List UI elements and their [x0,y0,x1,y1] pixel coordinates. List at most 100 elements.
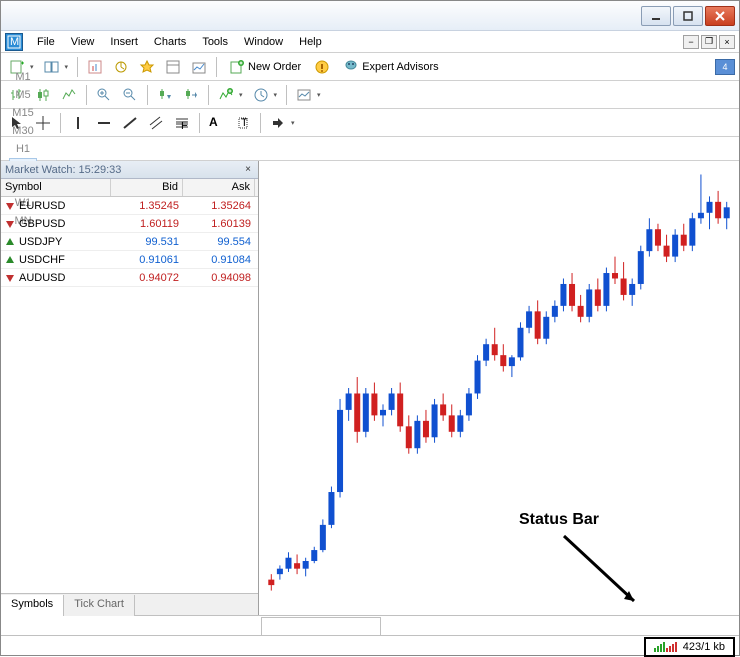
ask-value: 1.35264 [183,200,255,212]
new-order-label: New Order [248,61,301,73]
bid-value: 1.35245 [111,200,183,212]
direction-down-icon [5,219,15,229]
maximize-button[interactable] [673,6,703,26]
toolbar-main: ▾ ▾ New Order Expert Advisors 4 [1,53,739,81]
text-label-button[interactable]: T [231,112,255,134]
svg-text:F: F [181,120,188,131]
text-tool-button[interactable]: A [205,112,229,134]
market-watch-toggle-button[interactable] [83,56,107,78]
new-order-icon [229,59,245,75]
titlebar[interactable] [1,1,739,31]
minimize-button[interactable] [641,6,671,26]
menu-window[interactable]: Window [236,33,291,51]
symbol-name: EURUSD [19,200,65,212]
data-window-button[interactable] [161,56,185,78]
arrows-button[interactable]: ▾ [266,112,299,134]
column-bid[interactable]: Bid [111,179,183,196]
main-window: M FileViewInsertChartsToolsWindowHelp − … [0,0,740,656]
menu-tools[interactable]: Tools [194,33,236,51]
annotation-arrow [559,531,649,611]
market-watch-title: Market Watch: 15:29:33 [5,164,121,176]
zoom-out-button[interactable] [118,84,142,106]
status-connection-box[interactable]: 423/1 kb [644,637,735,657]
ask-value: 0.91084 [183,254,255,266]
navigator-button[interactable] [109,56,133,78]
market-watch-panel: Market Watch: 15:29:33 × Symbol Bid Ask … [1,161,259,615]
fibonacci-button[interactable]: F [170,112,194,134]
tab-symbols[interactable]: Symbols [1,595,64,616]
chart-shift-button[interactable] [179,84,203,106]
menu-charts[interactable]: Charts [146,33,194,51]
close-button[interactable] [705,6,735,26]
market-watch-row[interactable]: USDJPY99.53199.554 [1,233,258,251]
market-watch-tabs: Symbols Tick Chart [1,593,258,615]
autotrading-button[interactable] [310,56,334,78]
profiles-button[interactable]: ▾ [40,56,73,78]
toolbar-drawing: F A T ▾ [1,109,739,137]
bid-value: 0.94072 [111,272,183,284]
symbol-name: AUDUSD [19,272,65,284]
ask-value: 1.60139 [183,218,255,230]
market-watch-row[interactable]: AUDUSD0.940720.94098 [1,269,258,287]
indicators-button[interactable]: ▾ [214,84,247,106]
timeframe-m5[interactable]: M5 [9,86,37,104]
mdi-minimize-button[interactable]: − [683,35,699,49]
bid-value: 1.60119 [111,218,183,230]
menubar: M FileViewInsertChartsToolsWindowHelp − … [1,31,739,53]
direction-up-icon [5,255,15,265]
market-watch-row[interactable]: USDCHF0.910610.91084 [1,251,258,269]
equidistant-channel-button[interactable] [144,112,168,134]
new-order-button[interactable]: New Order [222,56,308,78]
mdi-restore-button[interactable]: ❐ [701,35,717,49]
auto-scroll-button[interactable] [153,84,177,106]
timeframe-toolbar: M1M5M15M30H1H4D1W1MN [1,137,739,161]
mdi-controls: − ❐ × [683,35,735,49]
column-ask[interactable]: Ask [183,179,255,196]
direction-down-icon [5,273,15,283]
terminal-button[interactable] [135,56,159,78]
zoom-in-button[interactable] [92,84,116,106]
symbol-name: GBPUSD [19,218,65,230]
toolbar-chart: ▾ ▾ ▾ [1,81,739,109]
horizontal-line-button[interactable] [92,112,116,134]
symbol-name: USDJPY [19,236,62,248]
strategy-tester-button[interactable] [187,56,211,78]
line-chart-button[interactable] [57,84,81,106]
svg-text:T: T [241,117,248,129]
market-watch-close-icon[interactable]: × [242,164,254,176]
timeframe-m1[interactable]: M1 [9,68,37,86]
status-bar: 423/1 kb [1,635,739,657]
app-logo-icon: M [5,33,23,51]
market-watch-titlebar[interactable]: Market Watch: 15:29:33 × [1,161,258,179]
vertical-line-button[interactable] [66,112,90,134]
periodicity-button[interactable]: ▾ [249,84,282,106]
trendline-button[interactable] [118,112,142,134]
annotation-label: Status Bar [519,511,599,529]
menu-insert[interactable]: Insert [102,33,146,51]
alerts-badge[interactable]: 4 [715,59,735,75]
menu-help[interactable]: Help [291,33,330,51]
connection-bars-icon [654,642,677,652]
market-watch-header: Symbol Bid Ask [1,179,258,197]
column-symbol[interactable]: Symbol [1,179,111,196]
mdi-close-button[interactable]: × [719,35,735,49]
direction-up-icon [5,237,15,247]
expert-advisors-button[interactable]: Expert Advisors [336,56,445,78]
tab-tick-chart[interactable]: Tick Chart [64,595,135,616]
bid-value: 0.91061 [111,254,183,266]
timeframe-m30[interactable]: M30 [9,122,37,140]
chart-tabs-strip [1,615,739,635]
svg-text:M: M [10,36,19,48]
ask-value: 99.554 [183,236,255,248]
chart-canvas[interactable]: Status Bar [259,161,739,615]
menu-file[interactable]: File [29,33,63,51]
menu-view[interactable]: View [63,33,103,51]
chart-tab[interactable] [261,617,381,635]
timeframe-m15[interactable]: M15 [9,104,37,122]
market-watch-row[interactable]: EURUSD 1.352451.35264 [1,197,258,215]
status-traffic: 423/1 kb [683,641,725,653]
expert-advisors-label: Expert Advisors [362,61,438,73]
templates-button[interactable]: ▾ [292,84,325,106]
timeframe-h1[interactable]: H1 [9,140,37,158]
market-watch-row[interactable]: GBPUSD 1.601191.60139 [1,215,258,233]
